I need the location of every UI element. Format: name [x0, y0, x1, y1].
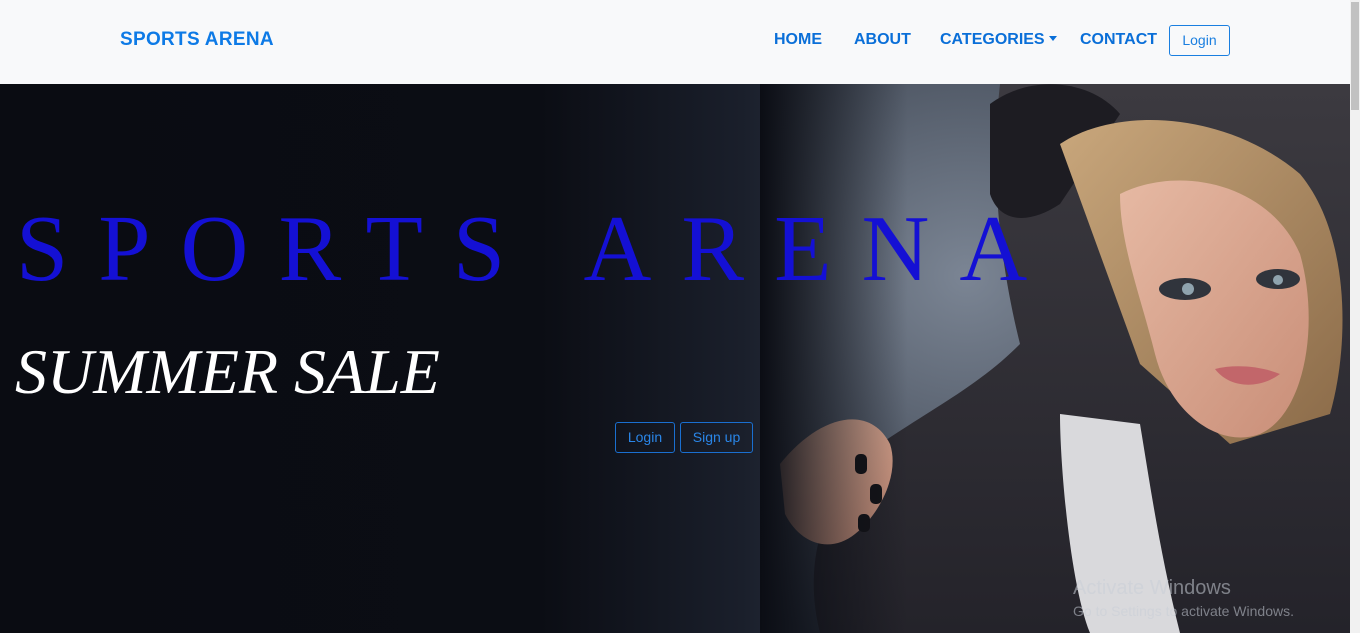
nav-home[interactable]: HOME — [774, 31, 822, 49]
hero-signup-button[interactable]: Sign up — [680, 422, 753, 453]
scrollbar-thumb[interactable] — [1351, 2, 1359, 110]
hero-subtitle: SUMMER SALE — [15, 336, 440, 407]
watermark-subtitle: Go to Settings to activate Windows. — [1073, 603, 1294, 619]
navbar: SPORTS ARENA HOME ABOUT CATEGORIES CONTA… — [0, 0, 1350, 84]
navbar-login-button[interactable]: Login — [1169, 25, 1230, 56]
nav-contact[interactable]: CONTACT — [1080, 31, 1157, 49]
nav-categories-dropdown[interactable]: CATEGORIES — [940, 31, 1057, 49]
windows-activation-watermark: Activate Windows Go to Settings to activ… — [1073, 577, 1294, 619]
chevron-down-icon — [1048, 36, 1057, 41]
hero-login-button[interactable]: Login — [615, 422, 675, 453]
brand-logo[interactable]: SPORTS ARENA — [120, 29, 274, 51]
hero-banner: SPORTS ARENA SUMMER SALE Login Sign up — [0, 84, 1350, 633]
hero-title: SPORTS ARENA — [16, 197, 1058, 301]
watermark-title: Activate Windows — [1073, 577, 1231, 599]
nav-about[interactable]: ABOUT — [854, 31, 911, 49]
hero-photo — [760, 84, 1350, 633]
page-scrollbar[interactable] — [1350, 0, 1360, 633]
nav-categories-label: CATEGORIES — [940, 31, 1045, 48]
